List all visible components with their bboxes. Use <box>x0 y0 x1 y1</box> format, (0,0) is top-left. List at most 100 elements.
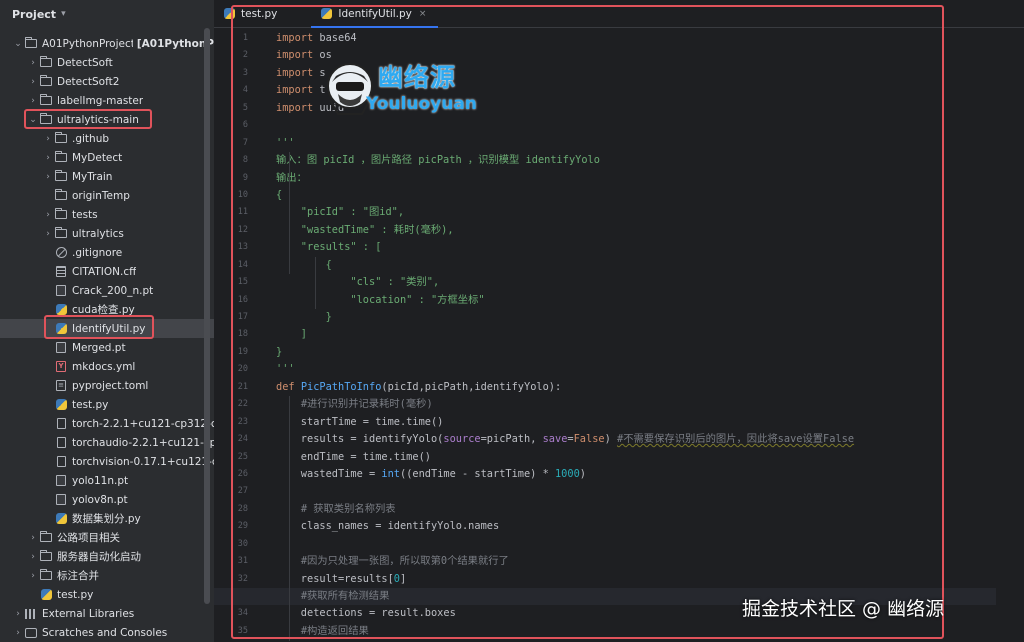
chevron-right-icon[interactable]: › <box>42 134 54 144</box>
chevron-right-icon[interactable]: › <box>27 58 39 68</box>
tree-item-label: Scratches and Consoles <box>42 626 168 639</box>
tree-item-label: 服务器自动化启动 <box>57 551 141 563</box>
tree-item[interactable]: › Scratches and Consoles <box>0 623 214 642</box>
folder-icon <box>39 550 53 563</box>
chevron-right-icon[interactable]: › <box>42 229 54 239</box>
project-path-label: [A01PythonP <box>136 37 214 50</box>
binary-file-icon <box>54 475 68 487</box>
tree-item[interactable]: CITATION.cff <box>0 262 214 281</box>
tree-item[interactable]: › MyDetect <box>0 148 214 167</box>
tree-item[interactable]: yolov8n.pt <box>0 490 214 509</box>
tree-item-label: .gitignore <box>72 246 123 259</box>
project-header[interactable]: Project ▾ <box>0 0 214 28</box>
folder-icon <box>39 569 53 582</box>
tree-item-label: CITATION.cff <box>72 265 137 278</box>
python-file-icon <box>54 513 68 525</box>
tree-item-label: MyTrain <box>72 170 113 183</box>
chevron-right-icon[interactable]: › <box>27 571 39 581</box>
tree-item-label: yolov8n.pt <box>72 493 128 506</box>
folder-icon <box>54 189 68 202</box>
tree-item[interactable]: .gitignore <box>0 243 214 262</box>
tree-item[interactable]: Ymkdocs.yml <box>0 357 214 376</box>
python-file-icon <box>39 589 53 601</box>
tree-item-label: torchvision-0.17.1+cu121-cp31 <box>72 455 214 468</box>
tree-item[interactable]: Merged.pt <box>0 338 214 357</box>
tree-item-label: pyproject.toml <box>72 379 149 392</box>
folder-icon <box>54 151 68 164</box>
tree-item[interactable]: › External Libraries <box>0 604 214 623</box>
tree-item[interactable]: ≡ pyproject.toml <box>0 376 214 395</box>
tree-item[interactable]: Crack_200_n.pt <box>0 281 214 300</box>
project-title[interactable]: Project <box>12 8 56 21</box>
tree-item[interactable]: › tests <box>0 205 214 224</box>
library-icon <box>24 608 38 620</box>
tree-item[interactable]: › 标注合并 <box>0 566 214 585</box>
tree-item-label: tests <box>72 208 98 221</box>
tree-item-label: .github <box>72 132 110 145</box>
tree-item[interactable]: torchvision-0.17.1+cu121-cp31 <box>0 452 214 471</box>
gitignore-icon <box>54 247 68 259</box>
scrollbar[interactable] <box>204 28 210 604</box>
tree-item-label: Crack_200_n.pt <box>72 284 154 297</box>
tree-item-label: Merged.pt <box>72 341 126 354</box>
tree-item[interactable]: › MyTrain <box>0 167 214 186</box>
tree-item[interactable]: yolo11n.pt <box>0 471 214 490</box>
tree-item-label: ultralytics <box>72 227 124 240</box>
folder-icon <box>39 94 53 107</box>
chevron-right-icon[interactable]: › <box>12 609 24 619</box>
tree-item-label: External Libraries <box>42 607 135 620</box>
tree-item[interactable]: 数据集划分.py <box>0 509 214 528</box>
tree-item[interactable]: › .github <box>0 129 214 148</box>
logo-subtitle: Youluoyuan <box>366 94 477 114</box>
yaml-file-icon: Y <box>54 361 68 373</box>
tree-item[interactable]: › 公路项目相关 <box>0 528 214 547</box>
tree-item[interactable]: › labelImg-master <box>0 91 214 110</box>
scratches-icon <box>24 627 38 639</box>
highlight-box-identifyutil-file <box>44 315 154 339</box>
tree-item[interactable]: ⌄ A01PythonProjects3123[A01PythonP <box>0 34 214 53</box>
folder-icon <box>39 56 53 69</box>
tree-item-label: torchaudio-2.2.1+cu121-cp312 <box>72 436 214 449</box>
chevron-right-icon[interactable]: › <box>27 77 39 87</box>
tree-item-label: labelImg-master <box>57 94 144 107</box>
logo-title: 幽络源 <box>378 63 457 92</box>
tree-item[interactable]: › 服务器自动化启动 <box>0 547 214 566</box>
tree-item-label: test.py <box>57 588 94 601</box>
folder-icon <box>39 75 53 88</box>
tree-item[interactable]: test.py <box>0 585 214 604</box>
tree-item-label: originTemp <box>72 189 130 202</box>
file-icon <box>54 456 68 468</box>
tree-item-label: yolo11n.pt <box>72 474 129 487</box>
toml-file-icon: ≡ <box>54 380 68 392</box>
python-file-icon <box>54 304 68 316</box>
python-file-icon <box>54 399 68 411</box>
tree-item[interactable]: › DetectSoft2 <box>0 72 214 91</box>
tree-item-label: 标注合并 <box>57 570 99 582</box>
folder-icon <box>54 170 68 183</box>
tree-item[interactable]: torchaudio-2.2.1+cu121-cp312 <box>0 433 214 452</box>
tree-item-label: MyDetect <box>72 151 123 164</box>
folder-icon <box>54 208 68 221</box>
chevron-down-icon[interactable]: ▾ <box>61 9 66 19</box>
chevron-right-icon[interactable]: › <box>27 96 39 106</box>
tree-item[interactable]: › DetectSoft <box>0 53 214 72</box>
tree-item[interactable]: originTemp <box>0 186 214 205</box>
chevron-right-icon[interactable]: › <box>27 552 39 562</box>
tree-item[interactable]: torch-2.2.1+cu121-cp312-cp31 <box>0 414 214 433</box>
tree-item[interactable]: › ultralytics <box>0 224 214 243</box>
chevron-right-icon[interactable]: › <box>42 172 54 182</box>
site-watermark: 掘金技术社区 @ 幽络源 <box>742 598 945 620</box>
chevron-down-icon[interactable]: ⌄ <box>12 39 24 49</box>
tree-item-label: mkdocs.yml <box>72 360 136 373</box>
chevron-right-icon[interactable]: › <box>12 628 24 638</box>
binary-file-icon <box>54 494 68 506</box>
folder-icon <box>39 531 53 544</box>
chevron-right-icon[interactable]: › <box>27 533 39 543</box>
tree-item[interactable]: test.py <box>0 395 214 414</box>
chevron-right-icon[interactable]: › <box>42 153 54 163</box>
tree-item-label: 公路项目相关 <box>57 532 120 544</box>
tree-item-label: A01PythonProjects3123 <box>42 37 133 50</box>
text-file-icon <box>54 266 68 278</box>
chevron-right-icon[interactable]: › <box>42 210 54 220</box>
binary-file-icon <box>54 285 68 297</box>
